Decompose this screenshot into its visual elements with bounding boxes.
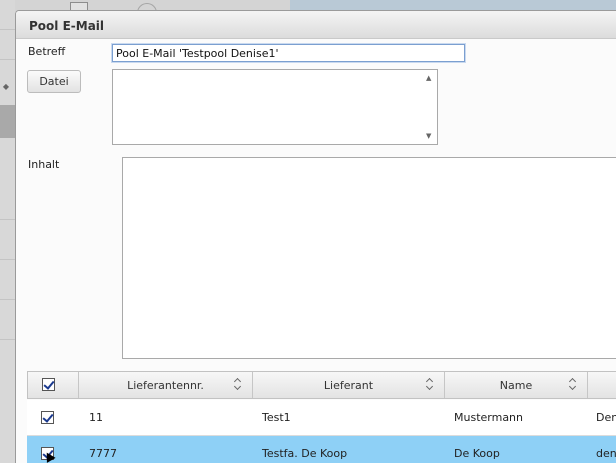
attachment-scrollbar[interactable]: ▲ ▼ bbox=[421, 70, 437, 144]
file-button[interactable]: Datei bbox=[27, 70, 81, 93]
cell-extra: Den bbox=[596, 411, 616, 424]
subject-label: Betreff bbox=[28, 45, 66, 58]
checkbox-checked-icon[interactable] bbox=[41, 411, 54, 424]
header-name[interactable]: Name bbox=[445, 372, 588, 398]
dialog-titlebar[interactable]: Pool E-Mail bbox=[16, 11, 616, 39]
grid-header: Lieferantennr. Lieferant Name bbox=[27, 371, 616, 399]
dialog-title: Pool E-Mail bbox=[29, 19, 105, 33]
background-cell bbox=[0, 180, 15, 220]
background-cell bbox=[0, 220, 15, 260]
table-row[interactable]: 11 Test1 Mustermann Den bbox=[27, 400, 616, 436]
background-cell bbox=[0, 30, 15, 60]
content-label: Inhalt bbox=[28, 158, 60, 171]
header-select-all bbox=[28, 372, 79, 398]
header-lieferant[interactable]: Lieferant bbox=[253, 372, 445, 398]
subject-input[interactable] bbox=[112, 44, 465, 62]
background-sort-icon: ◆ bbox=[2, 82, 10, 91]
attachment-list[interactable]: ▲ ▼ bbox=[112, 69, 438, 145]
table-row-selected[interactable]: 7777 Testfa. De Koop De Koop den bbox=[27, 436, 616, 463]
cell-name: De Koop bbox=[454, 447, 500, 460]
background-highlight-row bbox=[0, 105, 15, 138]
scroll-up-arrow-icon[interactable]: ▲ bbox=[426, 74, 431, 82]
header-extra[interactable] bbox=[588, 372, 616, 398]
content-textarea[interactable] bbox=[122, 157, 616, 359]
background-cell bbox=[0, 0, 15, 30]
sort-updown-icon[interactable] bbox=[426, 378, 434, 391]
scroll-down-arrow-icon[interactable]: ▼ bbox=[426, 132, 431, 140]
cell-lieferantennr: 11 bbox=[89, 411, 103, 424]
background-cell bbox=[0, 300, 15, 340]
pool-email-dialog: Pool E-Mail Betreff Datei ▲ ▼ Inhalt Lie… bbox=[15, 10, 616, 463]
checkbox-checked-icon[interactable] bbox=[42, 378, 55, 391]
cell-name: Mustermann bbox=[454, 411, 524, 424]
cell-extra: den bbox=[596, 447, 616, 460]
header-lieferantennr[interactable]: Lieferantennr. bbox=[79, 372, 253, 398]
cell-lieferant: Test1 bbox=[262, 411, 291, 424]
background-cell bbox=[0, 260, 15, 300]
header-label: Name bbox=[499, 379, 533, 392]
sort-updown-icon[interactable] bbox=[569, 378, 577, 391]
cell-lieferant: Testfa. De Koop bbox=[262, 447, 348, 460]
background-left-strip: ◆ bbox=[0, 0, 15, 463]
header-label: Lieferantennr. bbox=[127, 379, 204, 392]
header-label: Lieferant bbox=[323, 379, 374, 392]
cell-lieferantennr: 7777 bbox=[89, 447, 117, 460]
sort-updown-icon[interactable] bbox=[234, 378, 242, 391]
